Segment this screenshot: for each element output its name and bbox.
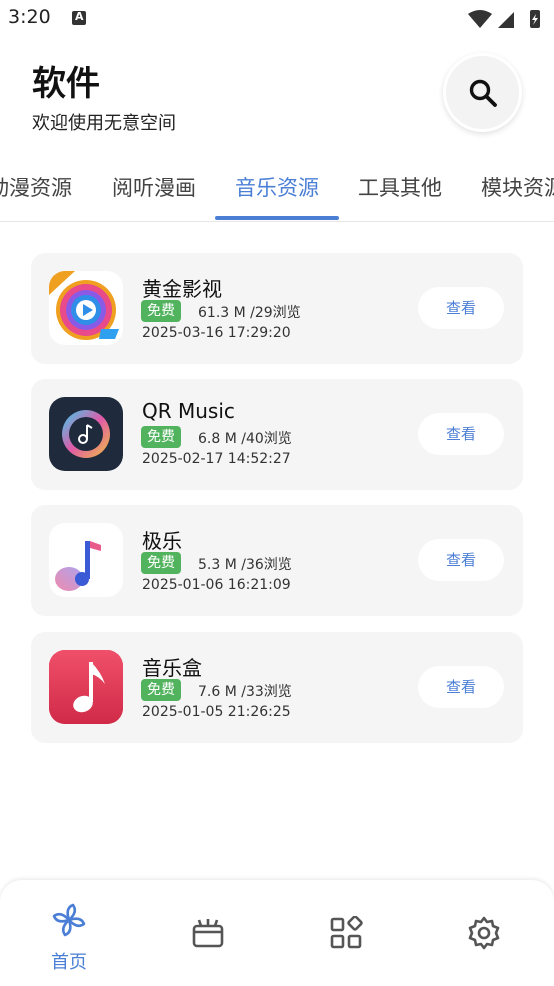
- free-badge: 免费: [141, 679, 181, 701]
- app-card[interactable]: 音乐盒 免费 7.6 M /33浏览 2025-01-05 21:26:25 查…: [31, 632, 523, 743]
- view-button[interactable]: 查看: [418, 666, 504, 708]
- gift-box-icon: [192, 919, 224, 948]
- category-tabs: 动漫资源 阅听漫画 音乐资源 工具其他 模块资源: [0, 160, 554, 222]
- notification-icon: [72, 10, 86, 25]
- app-date: 2025-02-17 14:52:27: [142, 451, 291, 467]
- nav-home[interactable]: 首页: [39, 900, 99, 973]
- tab-tools[interactable]: 工具其他: [358, 172, 442, 202]
- app-name: 黄金影视: [142, 277, 222, 301]
- view-button[interactable]: 查看: [418, 287, 504, 329]
- search-icon: [469, 79, 497, 107]
- tab-music[interactable]: 音乐资源: [235, 172, 319, 202]
- free-badge: 免费: [141, 300, 181, 322]
- status-indicators-icon: [468, 10, 540, 28]
- page-subtitle: 欢迎使用无意空间: [32, 113, 176, 134]
- app-meta: 6.8 M /40浏览: [198, 431, 292, 447]
- golden-video-icon: [49, 271, 123, 345]
- app-date: 2025-01-06 16:21:09: [142, 577, 291, 593]
- page-title: 软件: [32, 64, 100, 104]
- status-time: 3:20: [8, 6, 51, 28]
- tab-anime[interactable]: 动漫资源: [0, 172, 72, 202]
- free-badge: 免费: [141, 552, 181, 574]
- app-card[interactable]: 极乐 免费 5.3 M /36浏览 2025-01-06 16:21:09 查看: [31, 505, 523, 616]
- music-box-icon: [49, 650, 123, 724]
- app-date: 2025-01-05 21:26:25: [142, 704, 291, 720]
- jile-icon: [49, 523, 123, 597]
- bottom-navigation: 首页: [0, 880, 554, 986]
- tab-modules[interactable]: 模块资源: [481, 172, 554, 202]
- app-name: QR Music: [142, 399, 235, 423]
- app-meta: 7.6 M /33浏览: [198, 684, 292, 700]
- gear-icon: [468, 916, 500, 950]
- active-tab-indicator: [215, 216, 339, 220]
- nav-home-label: 首页: [51, 952, 87, 973]
- free-badge: 免费: [141, 426, 181, 448]
- nav-shop[interactable]: [178, 900, 238, 972]
- view-button[interactable]: 查看: [418, 539, 504, 581]
- app-name: 音乐盒: [142, 656, 202, 680]
- tab-comics[interactable]: 阅听漫画: [112, 172, 196, 202]
- app-name: 极乐: [142, 529, 182, 553]
- app-meta: 61.3 M /29浏览: [198, 305, 301, 321]
- app-card[interactable]: QR Music 免费 6.8 M /40浏览 2025-02-17 14:52…: [31, 379, 523, 490]
- app-date: 2025-03-16 17:29:20: [142, 325, 291, 341]
- app-meta: 5.3 M /36浏览: [198, 557, 292, 573]
- search-button[interactable]: [443, 53, 522, 132]
- pinwheel-icon: [52, 903, 86, 937]
- view-button[interactable]: 查看: [418, 413, 504, 455]
- qr-music-icon: [49, 397, 123, 471]
- status-bar: 3:20: [0, 0, 554, 36]
- nav-apps[interactable]: [316, 900, 376, 972]
- app-card[interactable]: 黄金影视 免费 61.3 M /29浏览 2025-03-16 17:29:20…: [31, 253, 523, 364]
- apps-grid-icon: [330, 916, 363, 949]
- nav-settings[interactable]: [454, 900, 514, 972]
